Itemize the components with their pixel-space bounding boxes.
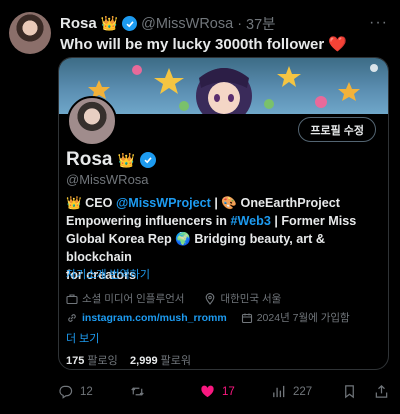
- link-icon: [68, 313, 76, 322]
- more-options-icon[interactable]: ···: [369, 14, 388, 32]
- profile-website-link[interactable]: instagram.com/mush_rromm: [82, 312, 227, 324]
- briefcase-icon: [66, 293, 78, 304]
- bio-line: 👑 CEO @MissWProject | 🎨 OneEarthProject: [66, 194, 388, 212]
- bookmark-button[interactable]: [342, 384, 357, 399]
- tweet[interactable]: Rosa 👑 @MissWRosa · 37분 ··· Who will be …: [0, 0, 400, 414]
- profile-handle: @MissWRosa: [66, 172, 149, 187]
- bio-text: | 🎨 OneEarthProject: [210, 196, 340, 210]
- author-name[interactable]: Rosa: [60, 15, 97, 32]
- profile-joined-date: 2024년 7월에 가입함: [256, 312, 350, 324]
- share-button[interactable]: [374, 384, 389, 399]
- follow-counts: 175 팔로잉 2,999 팔로워: [66, 352, 191, 368]
- crown-icon: 👑: [100, 15, 119, 31]
- bio-text: | Former Miss: [270, 214, 357, 228]
- verified-badge-icon: [122, 16, 138, 31]
- calendar-icon: [241, 313, 252, 323]
- edit-profile-button[interactable]: 프로필 수정: [298, 117, 376, 142]
- heart-emoji: ❤️: [328, 36, 348, 53]
- bio-line: Global Korea Rep 🌍 Bridging beauty, art …: [66, 232, 325, 264]
- tweet-text: Who will be my lucky 3000th follower ❤️: [60, 35, 347, 53]
- bookmark-icon: [345, 385, 354, 399]
- following-link[interactable]: 175 팔로잉: [66, 355, 118, 367]
- profile-name-text: Rosa: [66, 149, 113, 170]
- profile-card-avatar[interactable]: [67, 96, 117, 146]
- profile-name: Rosa 👑: [66, 149, 156, 171]
- timestamp[interactable]: 37분: [246, 13, 275, 34]
- like-button[interactable]: 17: [200, 384, 235, 399]
- bio-text: 👑 CEO: [66, 196, 116, 210]
- tweet-text-body: Who will be my lucky 3000th follower: [60, 36, 325, 53]
- reply-icon: [59, 385, 73, 399]
- share-icon: [375, 385, 388, 398]
- bio-hashtag-link[interactable]: #Web3: [230, 214, 270, 228]
- followers-count: 2,999: [130, 355, 158, 367]
- heart-icon: [201, 385, 214, 398]
- following-label: 팔로잉: [87, 355, 118, 367]
- followers-label: 팔로워: [160, 355, 191, 367]
- location-icon: [206, 292, 215, 305]
- avatar[interactable]: [9, 12, 51, 54]
- show-more-link[interactable]: 더 보기: [66, 330, 99, 346]
- views-icon: [273, 385, 285, 398]
- followers-link[interactable]: 2,999 팔로워: [130, 355, 191, 367]
- profile-card[interactable]: 프로필 수정 Rosa 👑 @MissWRosa 👑 CEO @MissWPro…: [58, 57, 389, 370]
- retweet-button[interactable]: [130, 384, 152, 399]
- translate-bio-link[interactable]: 자기소개 번역하기: [66, 266, 150, 282]
- verified-badge-icon: [139, 152, 156, 168]
- tweet-header: Rosa 👑 @MissWRosa · 37분: [60, 13, 276, 34]
- bio-text: Empowering influencers in: [66, 214, 231, 228]
- author-handle[interactable]: @MissWRosa: [141, 16, 233, 32]
- view-count: 227: [293, 385, 313, 398]
- bio-line: Empowering influencers in #Web3 | Former…: [66, 212, 388, 230]
- reply-button[interactable]: 12: [58, 384, 93, 399]
- following-count: 175: [66, 355, 85, 367]
- retweet-icon: [131, 387, 144, 396]
- bio-mention-link[interactable]: @MissWProject: [116, 196, 211, 210]
- tweet-actions: 12 17 227: [58, 384, 398, 400]
- crown-icon: 👑: [117, 151, 135, 168]
- views-button[interactable]: 227: [271, 384, 312, 399]
- profile-category: 소셜 미디어 인플루언서: [82, 293, 185, 305]
- profile-meta-row: instagram.com/mush_rromm 2024년 7월에 가입함: [66, 310, 350, 325]
- profile-location: 대한민국 서울: [220, 293, 282, 305]
- reply-count: 12: [80, 385, 93, 398]
- like-count: 17: [222, 385, 235, 398]
- profile-meta-row: 소셜 미디어 인플루언서 대한민국 서울: [66, 291, 281, 306]
- separator-dot: ·: [237, 15, 243, 32]
